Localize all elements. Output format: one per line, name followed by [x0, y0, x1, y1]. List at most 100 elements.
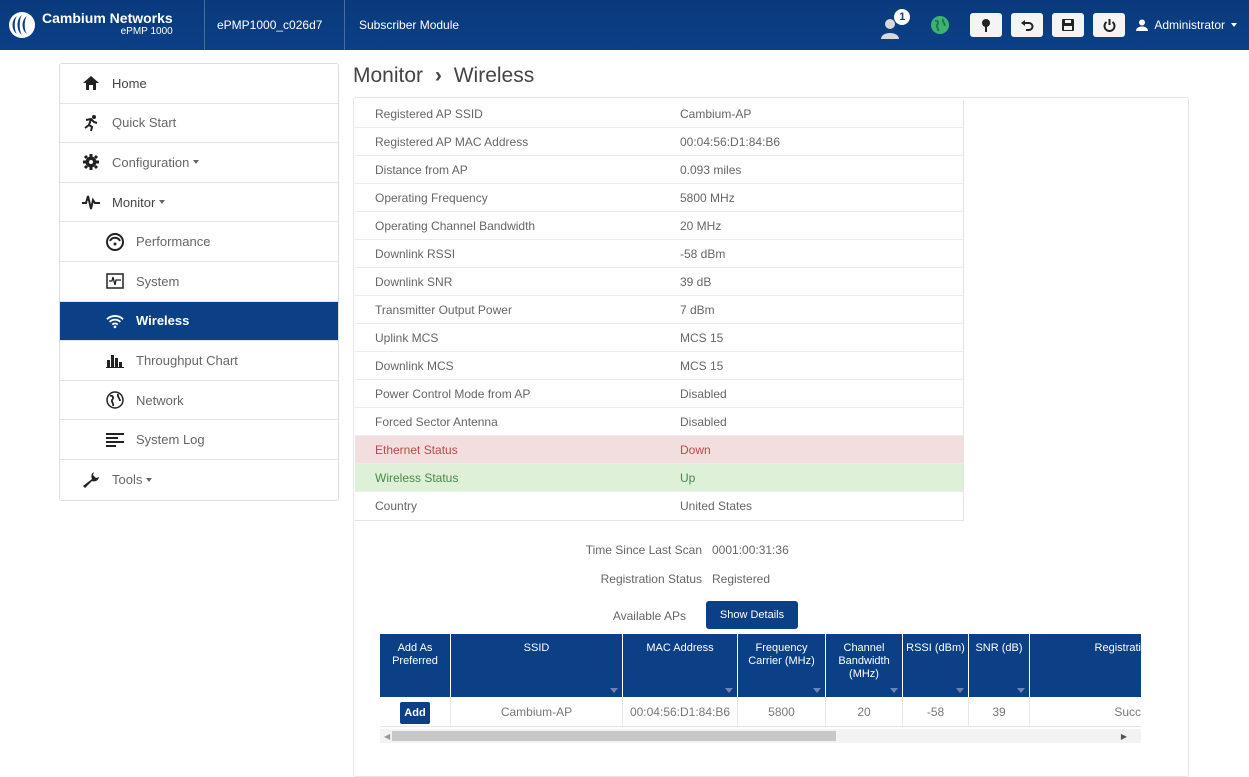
breadcrumb-section: Monitor — [353, 64, 424, 87]
info-label: Uplink MCS — [375, 330, 439, 345]
notifications-button[interactable]: 1 — [876, 5, 916, 45]
ssid-cell: Cambium-AP — [451, 697, 623, 726]
column-header[interactable]: SNR (dB) — [969, 634, 1030, 697]
column-header-label: Add As Preferred — [392, 642, 438, 667]
save-button[interactable] — [1052, 13, 1085, 37]
user-menu[interactable]: Administrator — [1134, 18, 1249, 32]
scroll-right-icon[interactable]: ▶ — [1121, 732, 1127, 741]
user-icon — [1136, 19, 1149, 31]
sidebar-item-label: System Log — [136, 432, 205, 448]
power-button[interactable] — [1093, 13, 1126, 37]
scrollbar-thumb[interactable] — [392, 731, 836, 741]
info-row: Registered AP SSID Cambium-AP — [355, 100, 963, 128]
chevron-down-icon — [146, 477, 153, 482]
home-icon — [82, 74, 100, 92]
brand[interactable]: Cambium Networks ePMP 1000 — [0, 0, 205, 50]
column-header[interactable]: Frequency Carrier (MHz) — [738, 634, 826, 697]
user-name: Administrator — [1154, 18, 1225, 32]
sort-icon[interactable] — [956, 688, 964, 693]
column-header[interactable]: Add As Preferred — [380, 634, 451, 697]
globe-status-icon[interactable] — [930, 15, 950, 35]
horizontal-scrollbar[interactable]: ◀ ▶ — [380, 729, 1141, 743]
network-globe-icon — [106, 391, 124, 409]
sidebar-item-label: Wireless — [136, 313, 190, 329]
info-value: 0.093 miles — [680, 162, 742, 177]
info-value: 20 MHz — [680, 218, 722, 233]
column-header[interactable]: Registrati — [1030, 634, 1141, 697]
sort-icon[interactable] — [890, 688, 898, 693]
info-label: Power Control Mode from AP — [375, 386, 531, 401]
undo-icon — [1021, 20, 1034, 31]
available-aps-label: Available APs — [612, 609, 686, 623]
sidebar-item-wireless[interactable]: Wireless — [60, 301, 338, 342]
info-label: Forced Sector Antenna — [375, 414, 498, 429]
info-value: Up — [680, 470, 696, 485]
info-label: Operating Frequency — [375, 190, 488, 205]
sort-icon[interactable] — [813, 688, 821, 693]
sidebar-item-label: Network — [136, 392, 184, 408]
wireless-status-table: Registered AP SSID Cambium-AP Registered … — [355, 100, 964, 521]
sidebar-item-tools[interactable]: Tools — [60, 460, 338, 500]
chevron-down-icon — [159, 200, 166, 205]
frequency-cell: 5800 — [738, 697, 826, 726]
wrench-icon — [82, 471, 100, 489]
info-row: Forced Sector Antenna Disabled — [355, 408, 963, 436]
info-row: Downlink RSSI -58 dBm — [355, 240, 963, 268]
sidebar-item-system[interactable]: System — [60, 262, 338, 302]
add-preferred-button[interactable]: Add — [400, 701, 430, 724]
bandwidth-cell: 20 — [826, 697, 903, 726]
undo-button[interactable] — [1011, 13, 1044, 37]
sort-icon[interactable] — [1017, 688, 1025, 693]
pin-icon — [982, 19, 991, 32]
info-label: Registered AP MAC Address — [375, 134, 529, 149]
chevron-down-icon — [1231, 23, 1237, 27]
table-row: Add Cambium-AP 00:04:56:D1:84:B6 5800 20… — [380, 697, 1141, 727]
sidebar-item-home[interactable]: Home — [60, 64, 338, 104]
available-aps: Available APs — [540, 609, 696, 623]
time-since-scan: Time Since Last Scan 0001:00:31:36 — [540, 543, 789, 557]
sidebar-item-configuration[interactable]: Configuration — [60, 143, 338, 183]
column-header[interactable]: Channel Bandwidth (MHz) — [826, 634, 903, 697]
top-navbar: Cambium Networks ePMP 1000 ePMP1000_c026… — [0, 0, 1249, 50]
add-cell: Add — [380, 697, 451, 726]
sidebar-item-network[interactable]: Network — [60, 381, 338, 421]
sidebar-item-label: Tools — [112, 472, 143, 488]
sort-icon[interactable] — [725, 688, 733, 693]
scroll-left-icon[interactable]: ◀ — [384, 732, 390, 741]
info-label: Distance from AP — [375, 162, 468, 177]
column-header-label: RSSI (dBm) — [906, 642, 965, 654]
info-label: Downlink RSSI — [375, 246, 456, 261]
grid-header: Add As Preferred SSID MAC Address Freque… — [380, 634, 1141, 697]
time-since-scan-value: 0001:00:31:36 — [712, 543, 789, 557]
sidebar-item-monitor[interactable]: Monitor — [60, 183, 338, 223]
log-lines-icon — [106, 431, 124, 449]
sidebar-item-quick-start[interactable]: Quick Start — [60, 104, 338, 144]
brand-name: Cambium Networks — [42, 10, 173, 26]
breadcrumb-separator: › — [434, 64, 442, 87]
sort-icon[interactable] — [610, 688, 618, 693]
wifi-icon — [106, 312, 124, 330]
column-header[interactable]: MAC Address — [623, 634, 738, 697]
save-icon — [1062, 19, 1075, 31]
show-details-button[interactable]: Show Details — [706, 601, 798, 629]
sidebar-item-throughput-chart[interactable]: Throughput Chart — [60, 341, 338, 381]
info-label: Downlink MCS — [375, 358, 454, 373]
info-value: MCS 15 — [680, 358, 724, 373]
sidebar-item-system-log[interactable]: System Log — [60, 420, 338, 460]
info-row: Operating Channel Bandwidth 20 MHz — [355, 212, 963, 240]
column-header[interactable]: SSID — [451, 634, 623, 697]
info-row: Country United States — [355, 492, 963, 520]
sidebar-item-label: Quick Start — [112, 115, 177, 131]
info-label: Downlink SNR — [375, 274, 453, 289]
info-row: Operating Frequency 5800 MHz — [355, 184, 963, 212]
column-header[interactable]: RSSI (dBm) — [903, 634, 969, 697]
sidebar-item-performance[interactable]: Performance — [60, 222, 338, 262]
gear-icon — [82, 153, 100, 171]
info-label: Operating Channel Bandwidth — [375, 218, 536, 233]
info-value: Disabled — [680, 386, 727, 401]
info-row: Registered AP MAC Address 00:04:56:D1:84:… — [355, 128, 963, 156]
info-row: Downlink SNR 39 dB — [355, 268, 963, 296]
pulse-icon — [82, 193, 100, 211]
locate-button[interactable] — [970, 13, 1003, 37]
page-title: Monitor › Wireless — [353, 64, 534, 88]
